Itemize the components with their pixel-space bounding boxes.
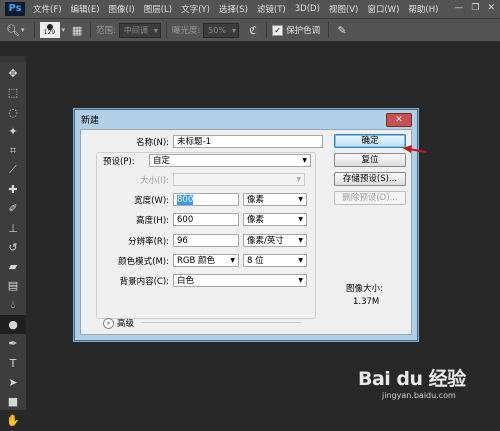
resolution-label: 分辨率(R): (128, 237, 169, 247)
menu-file[interactable]: 文件(F) (33, 3, 62, 15)
width-input[interactable]: 800 (173, 193, 239, 206)
brush-panel-icon[interactable]: ▦ (69, 22, 85, 38)
menu-bar: Ps 文件(F) 编辑(E) 图像(I) 图层(L) 文字(Y) 选择(S) 滤… (0, 0, 500, 19)
blur-tool-icon[interactable]: 💧︎ (0, 296, 26, 315)
height-input[interactable]: 600 (173, 213, 239, 226)
panel-grip[interactable] (0, 56, 26, 62)
menu-window[interactable]: 窗口(W) (367, 3, 399, 15)
separator (33, 22, 35, 38)
pen-tool-icon[interactable]: ✒ (0, 334, 26, 353)
delete-preset-button[interactable]: 删除预设(D)... (334, 191, 406, 205)
preset-label: 预设(P): (101, 155, 137, 167)
photoshop-logo: Ps (5, 2, 25, 16)
dodge-tool-icon[interactable]: 🔍︎ (5, 22, 21, 38)
range-select[interactable]: 中间调 (118, 22, 161, 38)
airbrush-icon[interactable]: ℭ (245, 22, 261, 38)
history-brush-tool-icon[interactable]: ↺ (0, 238, 26, 257)
brush-size: 129 (43, 29, 56, 36)
pressure-size-icon[interactable]: ✎ (334, 22, 350, 38)
separator (165, 22, 167, 38)
marquee-tool-icon[interactable]: ⬚ (0, 83, 26, 102)
options-bar: 🔍︎ ▾ 129 ▾ ▦ 范围: 中间调 曝光度: 50% ℭ ✓ 保护色调 ✎ (0, 19, 500, 42)
width-value: 800 (177, 195, 194, 205)
preset-dropdown[interactable]: 自定 (149, 154, 311, 167)
watermark-url: jingyan.baidu.com (382, 391, 456, 400)
menu-image[interactable]: 图像(I) (109, 3, 135, 15)
size-dropdown[interactable] (173, 173, 305, 186)
healing-brush-tool-icon[interactable]: ✚ (0, 180, 26, 199)
advanced-expand-icon[interactable]: » (103, 318, 114, 329)
image-size-label: 图像大小: (346, 284, 383, 294)
eyedropper-tool-icon[interactable]: ⟋ (0, 160, 26, 179)
restore-icon[interactable]: ❐ (471, 3, 479, 13)
protect-tones-label: 保护色调 (286, 26, 321, 36)
brush-chevron-icon[interactable]: ▾ (62, 26, 66, 34)
new-document-dialog: 新建 ✕ 名称(N): 未标题-1 预设(P): 自定 大小(I): 宽度(W)… (74, 109, 418, 341)
lasso-tool-icon[interactable]: ◌ (0, 103, 26, 122)
exposure-label: 曝光度: (171, 26, 201, 36)
width-unit-dropdown[interactable]: 像素 (243, 193, 307, 206)
baidu-watermark: Bai du 经验 jingyan.baidu.com (358, 364, 466, 400)
watermark-brand: Bai du 经验 (358, 368, 466, 390)
annotation-arrow-icon (403, 145, 427, 153)
height-unit-dropdown[interactable]: 像素 (243, 213, 307, 226)
background-label: 背景内容(C): (119, 277, 169, 287)
menu-filter[interactable]: 滤镜(T) (257, 3, 286, 15)
background-dropdown[interactable]: 白色 (173, 274, 307, 287)
resolution-input[interactable]: 96 (173, 234, 239, 247)
clone-stamp-tool-icon[interactable]: ⊥ (0, 218, 26, 237)
menu-layer[interactable]: 图层(L) (144, 3, 172, 15)
size-label: 大小(I): (139, 176, 169, 186)
reset-button[interactable]: 复位 (334, 153, 406, 167)
minimize-icon[interactable]: — (454, 3, 463, 13)
dodge-tool-icon[interactable]: ● (0, 314, 26, 335)
save-preset-button[interactable]: 存储预设(S)... (334, 172, 406, 186)
menu-view[interactable]: 视图(V) (329, 3, 358, 15)
name-input[interactable]: 未标题-1 (173, 135, 323, 148)
tools-panel: ✥ ⬚ ◌ ✦ ⌗ ⟋ ✚ ✐ ⊥ ↺ ▰ ▤ 💧︎ ● ✒ T ➤ ■ ✋ (0, 56, 27, 427)
color-mode-label: 颜色模式(M): (118, 257, 169, 267)
brush-preset-picker[interactable]: 129 (39, 22, 60, 38)
height-label: 高度(H): (136, 216, 169, 226)
window-controls: — ❐ ✕ (454, 3, 495, 13)
advanced-label[interactable]: 高级 (117, 317, 134, 329)
move-tool-icon[interactable]: ✥ (0, 64, 26, 83)
crop-tool-icon[interactable]: ⌗ (0, 141, 26, 160)
shape-tool-icon[interactable]: ■ (0, 392, 26, 411)
range-label: 范围: (96, 26, 116, 36)
hand-tool-icon[interactable]: ✋ (0, 411, 26, 430)
name-label: 名称(N): (136, 138, 169, 148)
close-icon[interactable]: ✕ (487, 3, 495, 13)
separator (328, 22, 330, 38)
separator (266, 22, 268, 38)
exposure-input[interactable]: 50% (203, 22, 240, 38)
type-tool-icon[interactable]: T (0, 353, 26, 372)
dialog-title: 新建 (81, 115, 100, 126)
menu-edit[interactable]: 编辑(E) (71, 3, 100, 15)
width-label: 宽度(W): (134, 196, 169, 206)
ok-button[interactable]: 确定 (334, 134, 406, 148)
menu-select[interactable]: 选择(S) (219, 3, 248, 15)
quick-selection-tool-icon[interactable]: ✦ (0, 122, 26, 141)
tool-preset-chevron-icon[interactable]: ▾ (21, 26, 25, 34)
menu-type[interactable]: 文字(Y) (181, 3, 210, 15)
dialog-body: 名称(N): 未标题-1 预设(P): 自定 大小(I): 宽度(W): 800… (80, 129, 412, 335)
brush-tool-icon[interactable]: ✐ (0, 199, 26, 218)
divider (141, 322, 301, 323)
path-selection-tool-icon[interactable]: ➤ (0, 373, 26, 392)
color-mode-dropdown[interactable]: RGB 颜色 (173, 254, 239, 267)
protect-tones-checkbox[interactable]: ✓ (272, 24, 284, 36)
gradient-tool-icon[interactable]: ▤ (0, 276, 26, 295)
menu-3d[interactable]: 3D(D) (295, 4, 320, 14)
bit-depth-dropdown[interactable]: 8 位 (243, 254, 307, 267)
dialog-close-button[interactable]: ✕ (386, 113, 412, 127)
resolution-unit-dropdown[interactable]: 像素/英寸 (243, 234, 307, 247)
separator (90, 22, 92, 38)
eraser-tool-icon[interactable]: ▰ (0, 257, 26, 276)
image-size-value: 1.37M (353, 297, 380, 307)
menu-help[interactable]: 帮助(H) (408, 3, 438, 15)
